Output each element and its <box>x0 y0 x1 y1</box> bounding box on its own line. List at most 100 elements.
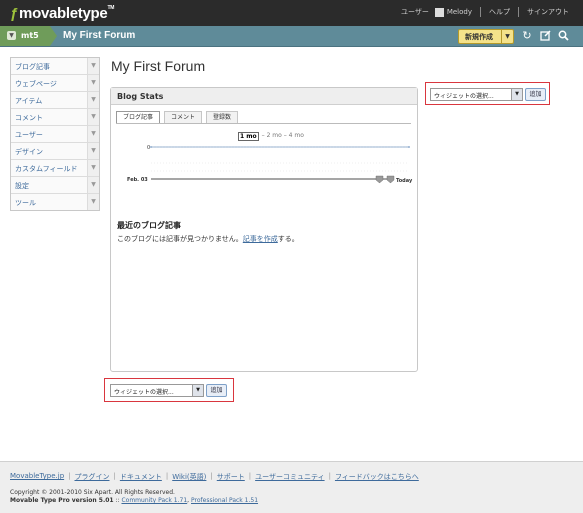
new-create-label: 新規作成 <box>465 33 493 41</box>
sidebar-item-entries[interactable]: ブログ記事 ▼ <box>11 58 99 75</box>
chevron-down-icon[interactable]: ▼ <box>511 89 522 100</box>
logo-tm: TM <box>107 5 115 11</box>
blog-selector[interactable]: ▼ mt5 <box>0 26 50 46</box>
breadcrumb-arrow <box>50 26 57 46</box>
y-tick-label: 0 <box>147 145 150 151</box>
nav-divider <box>480 7 481 17</box>
sidebar-item-custom-fields[interactable]: カスタムフィールド ▼ <box>11 160 99 177</box>
tab-registrations[interactable]: 登録数 <box>206 111 239 123</box>
user-nav: ユーザー Melody ヘルプ サインアウト <box>401 7 569 17</box>
community-pack-link[interactable]: Community Pack 1.71 <box>121 497 187 504</box>
search-icon[interactable] <box>557 30 569 42</box>
sidebar-item-settings[interactable]: 設定 ▼ <box>11 177 99 194</box>
widget-title: Blog Stats <box>117 92 164 101</box>
logo-text: movabletype <box>19 5 108 22</box>
new-create-button[interactable]: 新規作成 ▼ <box>458 29 514 44</box>
empty-message: このブログには記事が見つかりません。 <box>117 235 243 243</box>
sidebar-item-label: カスタムフィールド <box>15 165 78 173</box>
page-title: My First Forum <box>111 58 206 74</box>
copyright: Copyright © 2001-2010 Six Apart. All Rig… <box>10 489 175 496</box>
chevron-down-icon[interactable]: ▼ <box>87 143 99 159</box>
chevron-down-icon[interactable]: ▼ <box>501 30 513 43</box>
empty-message-suffix: する。 <box>277 235 299 243</box>
refresh-icon[interactable]: ↻ <box>521 30 533 42</box>
data-point <box>408 146 410 148</box>
version-number: version 5.01 <box>71 497 114 504</box>
sidebar-menu: ブログ記事 ▼ ウェブページ ▼ アイテム ▼ コメント ▼ ユーザー ▼ デザイン ▼ カ… <box>10 57 100 211</box>
recent-entries-heading: 最近のブログ記事 <box>117 221 181 230</box>
movabletype-logo[interactable]: ƒmovabletypeTM <box>10 5 114 22</box>
tab-comments[interactable]: コメント <box>164 111 203 123</box>
stats-chart: 0 Feb. 03 Today <box>127 145 413 184</box>
range-handle-left[interactable] <box>375 175 384 184</box>
sidebar-item-assets[interactable]: アイテム ▼ <box>11 92 99 109</box>
add-widget-button[interactable]: 追加 <box>525 88 546 101</box>
avatar <box>434 7 444 17</box>
series-layer <box>150 146 410 148</box>
chevron-down-icon[interactable]: ▼ <box>87 75 99 91</box>
site-title-link[interactable]: My First Forum <box>63 30 135 41</box>
widget-selector-bottom: ウィジェットの選択... ▼ 追加 <box>104 378 234 402</box>
signout-link[interactable]: サインアウト <box>527 7 569 17</box>
mt-logo-icon: ƒ <box>10 5 19 22</box>
user-name-link[interactable]: Melody <box>447 8 472 16</box>
x-tick-label-start: Feb. 03 <box>127 177 148 183</box>
chevron-down-icon[interactable]: ▼ <box>87 92 99 108</box>
chevron-down-icon[interactable]: ▼ <box>87 177 99 193</box>
footer-link-feedback[interactable]: フィードバックはこちらへ <box>335 472 419 482</box>
sidebar-item-label: ツール <box>15 199 36 207</box>
professional-pack-link[interactable]: Professional Pack 1.51 <box>191 497 258 504</box>
stats-tabs: ブログ記事 コメント 登録数 <box>116 111 242 123</box>
footer: MovableType.jp | プラグイン | ドキュメント | Wiki(英語) |… <box>0 461 583 513</box>
widget-selector-top: ウィジェットの選択... ▼ 追加 <box>425 82 550 105</box>
sidebar-item-tools[interactable]: ツール ▼ <box>11 194 99 210</box>
add-widget-button[interactable]: 追加 <box>206 384 227 397</box>
chevron-down-icon[interactable]: ▼ <box>87 109 99 125</box>
recent-entries-message: このブログには記事が見つかりません。記事を作成する。 <box>117 234 299 244</box>
widget-select[interactable]: ウィジェットの選択... ▼ <box>110 384 204 397</box>
edit-icon[interactable] <box>539 30 551 42</box>
help-link[interactable]: ヘルプ <box>489 7 510 17</box>
chevron-down-icon[interactable]: ▼ <box>7 31 16 40</box>
tab-entries[interactable]: ブログ記事 <box>116 111 161 123</box>
footer-link-support[interactable]: サポート <box>217 472 245 482</box>
footer-link-plugins[interactable]: プラグイン <box>75 472 110 482</box>
sidebar-item-design[interactable]: デザイン ▼ <box>11 143 99 160</box>
sidebar-item-label: 設定 <box>15 182 29 190</box>
sidebar-item-label: ユーザー <box>15 131 43 139</box>
tab-underline <box>116 123 411 124</box>
x-tick-label-end: Today <box>396 178 413 184</box>
range-handle-right[interactable] <box>386 175 395 184</box>
nav-divider <box>518 7 519 17</box>
sidebar-item-label: ウェブページ <box>15 80 57 88</box>
data-point <box>150 146 152 148</box>
widget-header: Blog Stats <box>111 88 417 105</box>
footer-link-movabletype[interactable]: MovableType.jp <box>10 472 64 482</box>
blog-stats-widget: Blog Stats ブログ記事 コメント 登録数 1 mo – 2 mo – … <box>110 87 418 372</box>
sidebar-item-label: ブログ記事 <box>15 63 50 71</box>
chevron-down-icon[interactable]: ▼ <box>87 126 99 142</box>
sidebar-item-label: デザイン <box>15 148 43 156</box>
chevron-down-icon[interactable]: ▼ <box>87 194 99 210</box>
sidebar-item-pages[interactable]: ウェブページ ▼ <box>11 75 99 92</box>
user-label: ユーザー <box>400 8 429 16</box>
footer-links: MovableType.jp | プラグイン | ドキュメント | Wiki(英語) |… <box>10 472 419 482</box>
product-name: Movable Type Pro <box>10 497 70 504</box>
widget-select[interactable]: ウィジェットの選択... ▼ <box>430 88 523 101</box>
version-info: Movable Type Pro version 5.01 :: Communi… <box>10 497 259 504</box>
blog-name: mt5 <box>21 31 39 40</box>
chevron-down-icon[interactable]: ▼ <box>87 160 99 176</box>
sidebar-item-users[interactable]: ユーザー ▼ <box>11 126 99 143</box>
sidebar-item-label: コメント <box>15 114 43 122</box>
footer-link-community[interactable]: ユーザーコミュニティ <box>255 472 324 482</box>
chevron-down-icon[interactable]: ▼ <box>87 58 99 74</box>
widget-select-value: ウィジェットの選択... <box>114 389 174 396</box>
widget-select-value: ウィジェットの選択... <box>434 93 494 100</box>
create-entry-link[interactable]: 記事を作成 <box>243 235 278 243</box>
blog-bar: ▼ mt5 My First Forum 新規作成 ▼ ↻ <box>0 26 583 47</box>
footer-link-docs[interactable]: ドキュメント <box>120 472 162 482</box>
chevron-down-icon[interactable]: ▼ <box>192 385 203 396</box>
sidebar-item-comments[interactable]: コメント ▼ <box>11 109 99 126</box>
footer-link-wiki[interactable]: Wiki(英語) <box>172 472 206 482</box>
sidebar-item-label: アイテム <box>15 97 43 105</box>
